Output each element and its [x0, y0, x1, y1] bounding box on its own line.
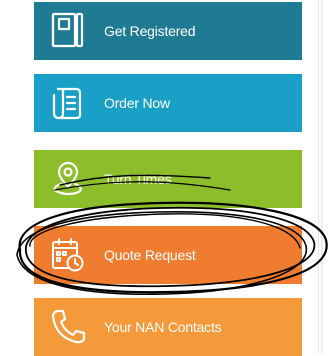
your-nan-contacts-label: Your NAN Contacts	[104, 319, 222, 335]
notebook-icon	[48, 11, 88, 51]
quote-request-label: Quote Request	[104, 247, 196, 263]
page-divider	[318, 0, 319, 353]
quote-request-button[interactable]: Quote Request	[34, 226, 302, 284]
order-now-button[interactable]: Order Now	[34, 74, 302, 132]
document-list-icon	[48, 83, 88, 123]
get-registered-button[interactable]: Get Registered	[34, 2, 302, 60]
order-now-label: Order Now	[104, 95, 170, 111]
page-divider-secondary	[321, 0, 323, 353]
turn-times-button[interactable]: Turn Times	[34, 150, 302, 208]
turn-times-label: Turn Times	[104, 171, 172, 187]
calendar-clock-icon	[48, 235, 88, 275]
get-registered-label: Get Registered	[104, 23, 196, 39]
map-pin-route-icon	[48, 159, 88, 199]
phone-icon	[48, 307, 88, 347]
your-nan-contacts-button[interactable]: Your NAN Contacts	[34, 298, 302, 356]
